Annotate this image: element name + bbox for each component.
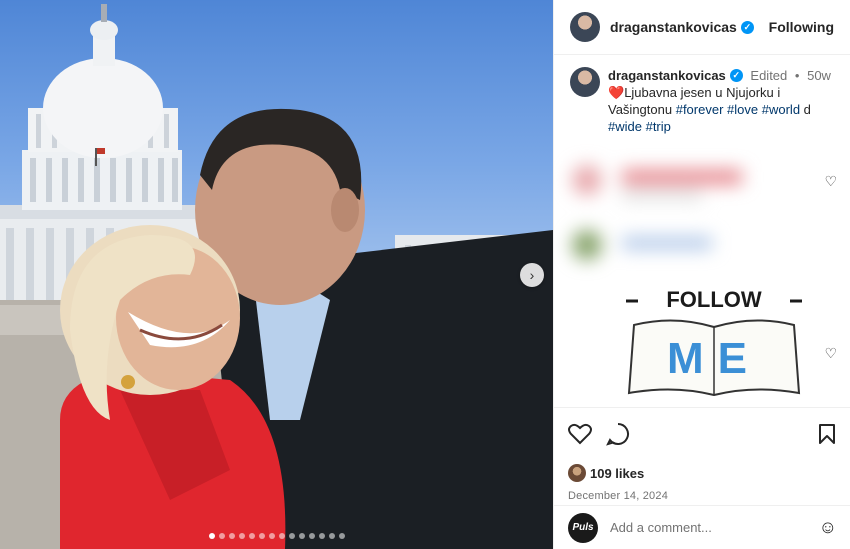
next-photo-button[interactable]: › [520, 263, 544, 287]
photo-scene [0, 4, 553, 549]
carousel-dot [328, 533, 335, 539]
hashtag-wide[interactable]: #wide [608, 119, 642, 134]
comment-composer: Puls ☺ [554, 505, 850, 549]
hashtag-love[interactable]: #love [727, 102, 758, 117]
meta-separator: • [794, 68, 800, 83]
carousel-dot [258, 533, 265, 539]
emoji-icon[interactable]: ☺ [819, 517, 837, 538]
verified-badge-icon: ✓ [729, 69, 743, 82]
carousel-dot [338, 533, 345, 539]
post-actions: 109 likes December 14, 2024 [554, 407, 850, 502]
caption-username[interactable]: draganstankovicas ✓ [608, 67, 743, 84]
caption-trailing: d [803, 102, 811, 117]
post-header: draganstankovicas ✓ Following [554, 0, 850, 55]
carousel-dot [318, 533, 325, 539]
liker-avatar [568, 464, 586, 482]
heart-icon[interactable] [568, 423, 592, 445]
bookmark-icon[interactable] [817, 423, 837, 445]
post-photo[interactable]: › [0, 0, 553, 549]
hashtag-forever[interactable]: #forever [676, 102, 724, 117]
follow-me-sticker: FOLLOW ME [626, 287, 802, 397]
post-age[interactable]: 50w [807, 68, 831, 83]
commenter-avatar: Puls [568, 512, 598, 543]
comment-like-icon[interactable]: ♡ [824, 173, 837, 190]
carousel-dot [208, 533, 215, 539]
carousel-dot [218, 533, 225, 539]
header-username[interactable]: draganstankovicas ✓ [610, 19, 754, 35]
avatar[interactable] [570, 12, 600, 42]
carousel-dot [268, 533, 275, 539]
caption-body: draganstankovicas ✓ Edited • 50w ❤️Ljuba… [608, 67, 834, 135]
comment-like-icon[interactable]: ♡ [824, 345, 837, 362]
carousel-dots [0, 533, 553, 539]
sticker-line1: FOLLOW [666, 287, 762, 312]
carousel-dot [228, 533, 235, 539]
carousel-dot [308, 533, 315, 539]
comment-icon[interactable] [606, 422, 630, 446]
likes-count[interactable]: 109 likes [590, 466, 644, 481]
carousel-dot [248, 533, 255, 539]
blurred-comments [562, 145, 762, 275]
edited-label: Edited [750, 68, 788, 83]
likes-summary[interactable]: 109 likes [568, 464, 837, 482]
username-text[interactable]: draganstankovicas [610, 19, 737, 35]
carousel-dot [288, 533, 295, 539]
post-caption: draganstankovicas ✓ Edited • 50w ❤️Ljuba… [554, 55, 850, 135]
post-sidebar: draganstankovicas ✓ Following draganstan… [553, 0, 850, 549]
carousel-dot [278, 533, 285, 539]
chevron-right-icon: › [529, 267, 535, 283]
add-comment-input[interactable] [610, 520, 810, 535]
post-date: December 14, 2024 [568, 490, 669, 502]
caption-avatar[interactable] [570, 67, 600, 97]
sticker-line2: ME [667, 334, 761, 383]
comment-list: ♡ FOLLOW ME ♡ [554, 135, 850, 405]
heart-emoji: ❤️ [608, 85, 625, 100]
caption-username-text[interactable]: draganstankovicas [608, 67, 726, 84]
following-button[interactable]: Following [769, 19, 834, 35]
carousel-dot [238, 533, 245, 539]
carousel-dot [298, 533, 305, 539]
hashtag-world[interactable]: #world [762, 102, 800, 117]
hashtag-trip[interactable]: #trip [646, 119, 671, 134]
verified-badge-icon: ✓ [740, 20, 754, 34]
